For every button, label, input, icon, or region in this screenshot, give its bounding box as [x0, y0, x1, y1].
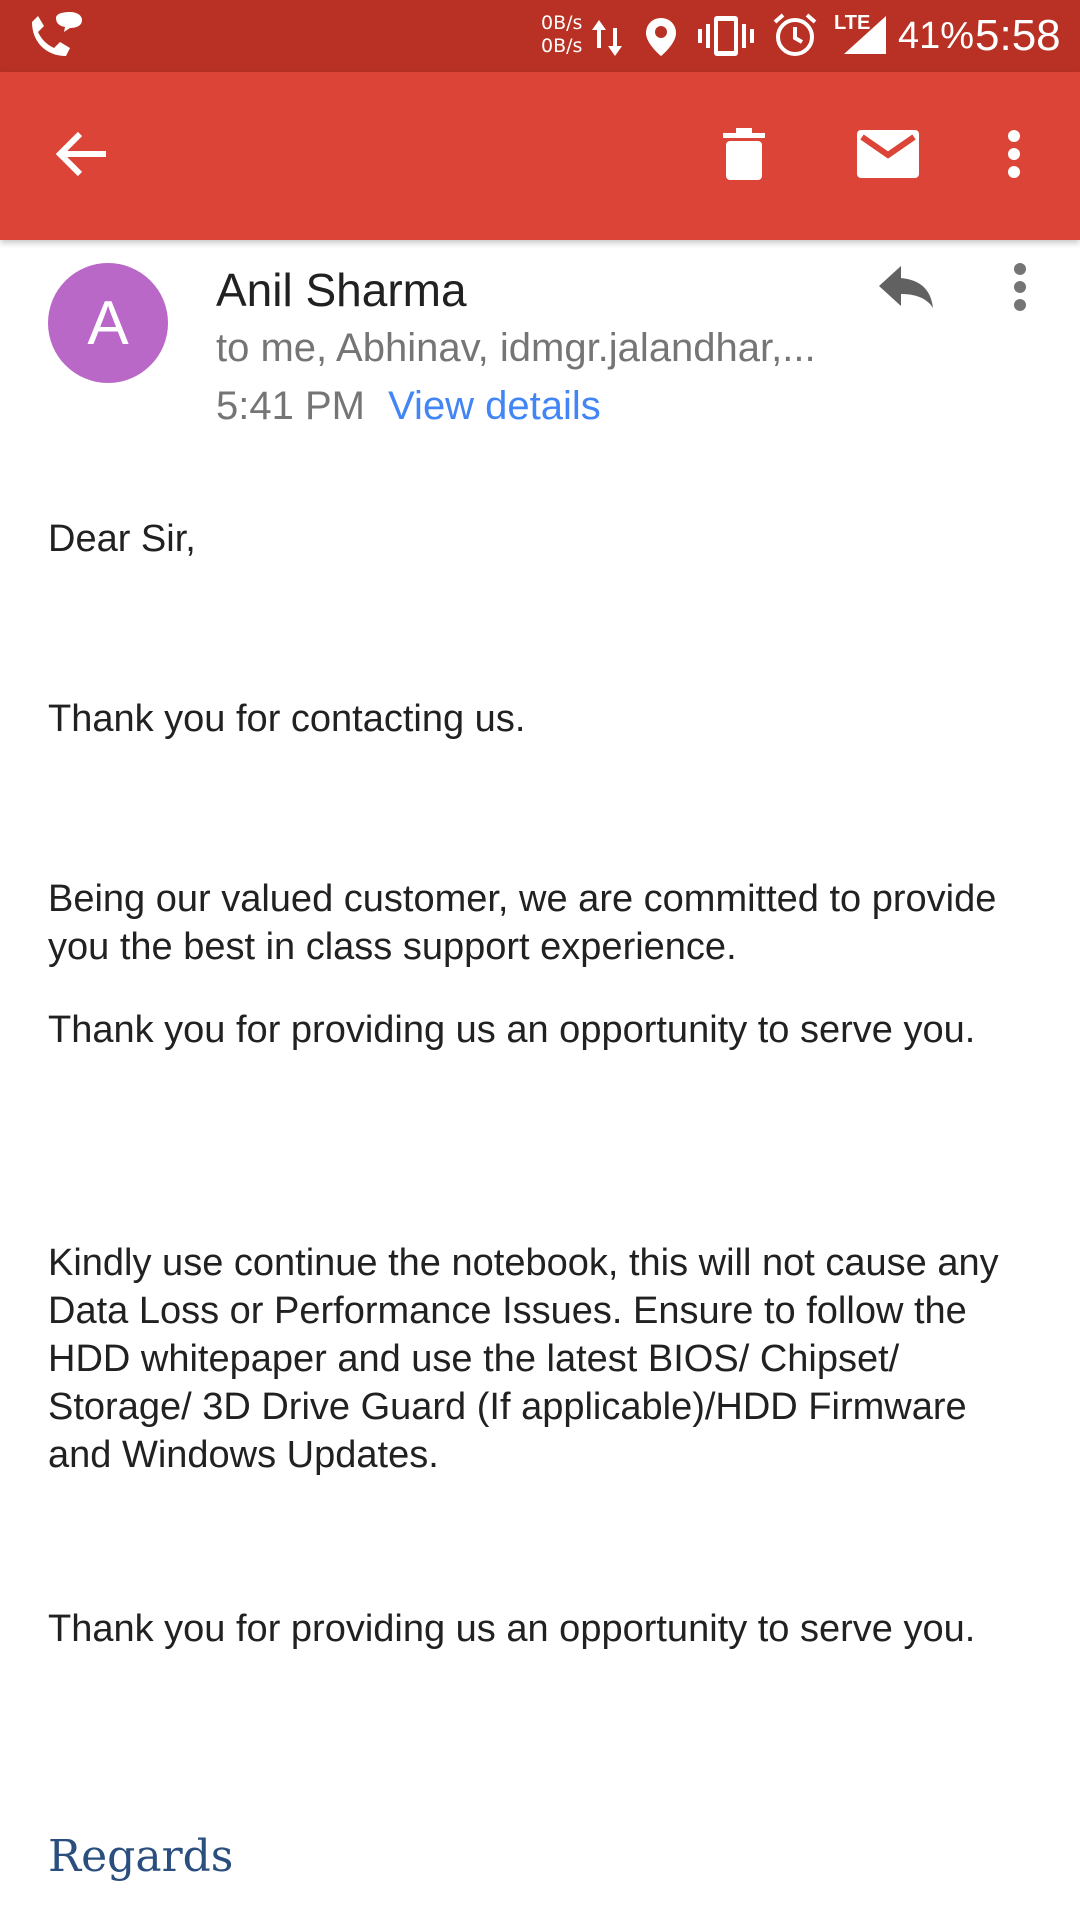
avatar[interactable]: A [48, 263, 168, 383]
more-vert-icon [1013, 262, 1027, 317]
body-paragraph: Thank you for providing us an opportunit… [48, 1009, 976, 1051]
regards: Regards [48, 1831, 234, 1882]
battery-percentage: 41% [898, 15, 975, 57]
body-paragraph: Kindly use continue the notebook, this w… [48, 1242, 999, 1476]
data-transfer-icon [590, 18, 624, 63]
app-bar [0, 72, 1080, 240]
status-bar: 0B/s 0B/s LTE 41% 5:58 [0, 0, 1080, 72]
reply-icon [877, 264, 935, 315]
clock: 5:58 [975, 11, 1061, 60]
back-button[interactable] [40, 118, 124, 194]
mail-icon [857, 129, 919, 183]
message-more-button[interactable] [1000, 254, 1040, 324]
delete-icon [723, 127, 765, 185]
email-time: 5:41 PM [216, 384, 365, 428]
more-options-button[interactable] [984, 116, 1044, 196]
alarm-icon [772, 12, 818, 63]
wifi-calling-icon [26, 12, 82, 65]
greeting: Dear Sir, [48, 518, 196, 560]
delete-button[interactable] [704, 116, 784, 196]
upload-speed: 0B/s [541, 12, 583, 34]
location-icon [644, 16, 678, 63]
more-vert-icon [1007, 129, 1021, 184]
download-speed: 0B/s [541, 35, 583, 57]
network-speed: 0B/s 0B/s [541, 12, 582, 58]
reply-button[interactable] [866, 254, 946, 324]
recipients: to me, Abhinav, idmgr.jalandhar,... [216, 326, 816, 370]
body-paragraph: Thank you for providing us an opportunit… [48, 1608, 976, 1650]
body-paragraph: Being our valued customer, we are commit… [48, 878, 997, 968]
mark-unread-button[interactable] [848, 116, 928, 196]
body-paragraph: Thank you for contacting us. [48, 698, 526, 740]
signal-icon [842, 14, 888, 61]
vibrate-icon [698, 14, 754, 63]
arrow-back-icon [55, 130, 108, 183]
sender-name: Anil Sharma [216, 264, 467, 316]
avatar-letter: A [87, 288, 129, 358]
email-meta: 5:41 PM View details [216, 381, 601, 431]
view-details-link[interactable]: View details [388, 384, 601, 428]
